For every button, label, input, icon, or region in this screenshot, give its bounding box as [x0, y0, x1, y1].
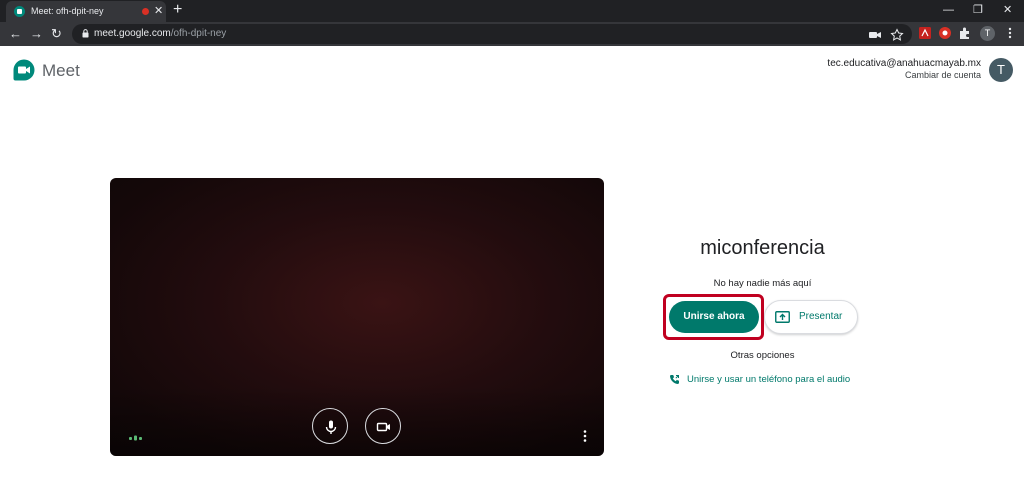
browser-tab[interactable]: Meet: ofh-dpit-ney ✕ — [6, 1, 166, 22]
switch-account-link[interactable]: Cambiar de cuenta — [905, 70, 981, 81]
participants-status: No hay nadie más aquí — [713, 278, 812, 289]
account-avatar[interactable]: T — [989, 58, 1013, 82]
phone-icon — [670, 375, 679, 384]
join-with-phone-label: Unirse y usar un teléfono para el audio — [687, 374, 851, 385]
minimize-button[interactable]: — — [943, 2, 954, 18]
audio-level-icon — [129, 435, 142, 441]
camera-in-use-icon[interactable] — [868, 28, 882, 42]
present-screen-icon — [775, 311, 790, 323]
microphone-toggle-button[interactable] — [312, 408, 348, 444]
meeting-title: miconferencia — [700, 237, 825, 259]
account-email: tec.educativa@anahuacmayab.mx — [827, 58, 981, 69]
present-button[interactable]: Presentar — [764, 300, 858, 334]
restore-button[interactable]: ❐ — [973, 2, 983, 18]
address-bar[interactable]: meet.google.com/ofh-dpit-ney — [72, 24, 912, 44]
tab-close-icon[interactable]: ✕ — [154, 4, 163, 18]
meet-logo[interactable] — [12, 58, 36, 82]
join-now-button[interactable]: Unirse ahora — [669, 301, 759, 333]
close-window-button[interactable]: ✕ — [1003, 2, 1012, 18]
forward-button[interactable]: → — [30, 26, 43, 42]
extensions-puzzle-icon[interactable] — [958, 26, 972, 40]
meet-wordmark: Meet — [42, 61, 80, 80]
more-vert-icon[interactable] — [583, 430, 587, 442]
pdf-extension-icon[interactable] — [918, 26, 932, 40]
browser-tabstrip: Meet: ofh-dpit-ney ✕ + — ❐ ✕ — [0, 0, 1024, 22]
camera-toggle-button[interactable] — [365, 408, 401, 444]
other-options-heading: Otras opciones — [730, 350, 795, 361]
new-tab-button[interactable]: + — [173, 1, 182, 19]
camera-icon — [376, 422, 390, 432]
browser-toolbar: ← → ↻ meet.google.com/ofh-dpit-ney T — [0, 22, 1024, 46]
camera-preview — [110, 178, 604, 456]
record-extension-icon[interactable] — [938, 26, 952, 40]
tab-title: Meet: ofh-dpit-ney — [31, 6, 104, 16]
url-text: meet.google.com/ofh-dpit-ney — [94, 28, 227, 39]
back-button[interactable]: ← — [9, 26, 22, 42]
lock-icon — [82, 29, 89, 38]
browser-menu-icon[interactable] — [1003, 26, 1017, 40]
bookmark-star-icon[interactable] — [890, 28, 904, 42]
microphone-icon — [325, 420, 337, 434]
profile-avatar-button[interactable]: T — [980, 26, 995, 41]
meet-favicon-icon — [14, 6, 25, 17]
reload-button[interactable]: ↻ — [51, 26, 62, 42]
recording-indicator-icon — [142, 8, 149, 15]
present-button-label: Presentar — [799, 311, 843, 322]
